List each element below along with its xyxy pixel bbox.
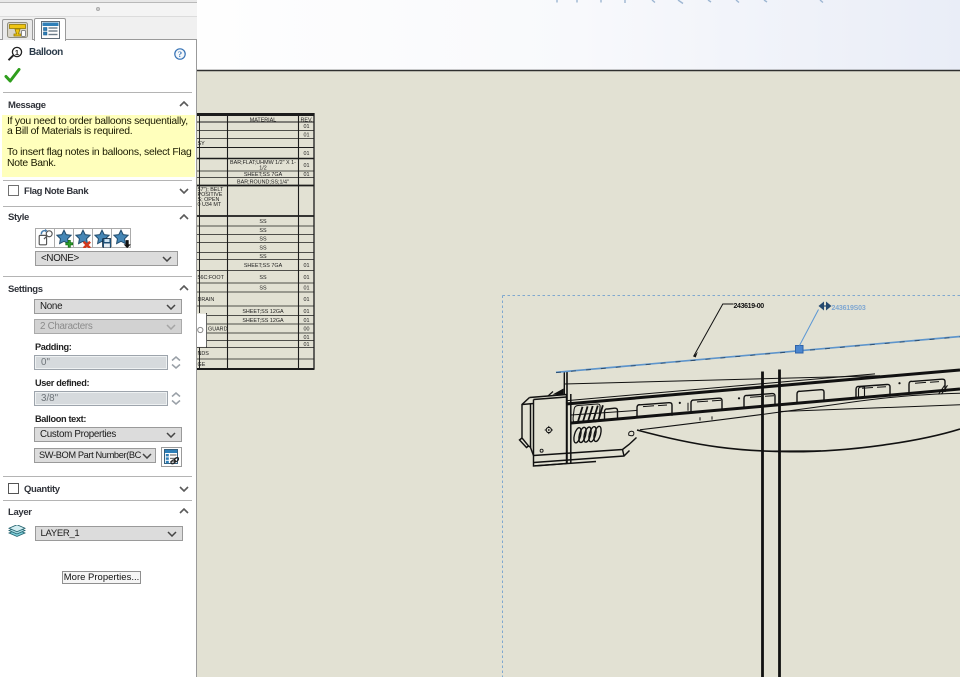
svg-text:0 U34 MT: 0 U34 MT: [198, 202, 222, 208]
svg-text:1/2: 1/2: [259, 165, 267, 171]
svg-text:01: 01: [304, 124, 310, 130]
svg-text:01: 01: [304, 297, 310, 303]
svg-text:SHEET;SS 7GA: SHEET;SS 7GA: [244, 172, 283, 178]
svg-text:01: 01: [304, 335, 310, 341]
svg-text:01: 01: [304, 133, 310, 139]
svg-text:REV.: REV.: [300, 118, 312, 124]
svg-text:SS: SS: [259, 219, 267, 225]
svg-text:243619-00: 243619-00: [734, 303, 765, 310]
svg-text:01: 01: [304, 172, 310, 178]
svg-text:SHEET;SS 12GA: SHEET;SS 12GA: [242, 309, 284, 315]
svg-text:BAR;ROUND;SS;1/4": BAR;ROUND;SS;1/4": [237, 180, 289, 186]
svg-text:GUARD: GUARD: [208, 327, 228, 333]
svg-text:SY: SY: [198, 141, 206, 147]
svg-text:01: 01: [304, 342, 310, 348]
svg-text:56C:FOOT: 56C:FOOT: [198, 275, 225, 281]
svg-text:01: 01: [304, 163, 310, 169]
svg-text:GE: GE: [198, 362, 206, 368]
svg-text:243619S03: 243619S03: [832, 305, 866, 312]
svg-text:NDS: NDS: [198, 351, 210, 357]
svg-text:SHEET;SS 12GA: SHEET;SS 12GA: [242, 318, 284, 324]
svg-text:SS: SS: [259, 228, 267, 234]
svg-text:01: 01: [304, 263, 310, 269]
svg-text:SS: SS: [259, 254, 267, 260]
svg-text:SHEET;SS 7GA: SHEET;SS 7GA: [244, 263, 283, 269]
svg-text:?: ?: [178, 49, 182, 59]
svg-text:SS: SS: [259, 246, 267, 252]
svg-text:01: 01: [304, 309, 310, 315]
svg-text:DRAIN: DRAIN: [198, 297, 215, 303]
svg-text:SS: SS: [259, 275, 267, 281]
svg-text:01: 01: [304, 275, 310, 281]
svg-text:MATERIAL: MATERIAL: [250, 118, 277, 124]
svg-text:01: 01: [304, 151, 310, 157]
svg-text:01: 01: [304, 286, 310, 292]
svg-text:00: 00: [304, 327, 310, 333]
svg-text:SS: SS: [259, 237, 267, 243]
svg-text:1: 1: [15, 48, 19, 57]
svg-text:SS: SS: [259, 286, 267, 292]
svg-text:01: 01: [304, 318, 310, 324]
